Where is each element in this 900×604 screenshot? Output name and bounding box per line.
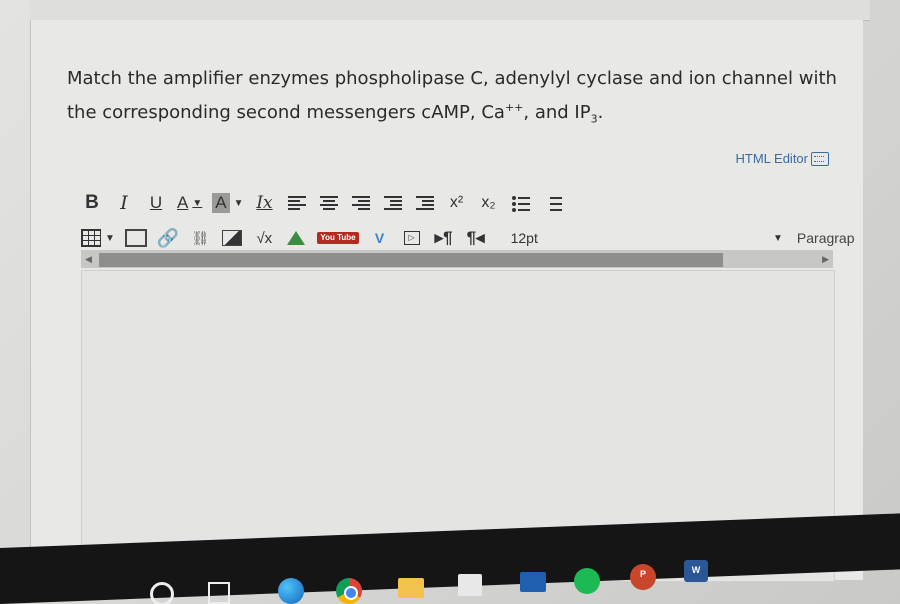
clear-format-button[interactable]: Ix	[254, 191, 276, 215]
align-right-button[interactable]	[350, 191, 372, 215]
toolbar-row-2: ▼ 🔗 ⛓ √x You Tube V ▷ ▸ ¶ ¶ ◂ 12pt ▼ Parag…	[81, 223, 855, 253]
scrollbar-thumb[interactable]	[99, 253, 723, 267]
taskbar-icons: P W	[0, 560, 900, 604]
word-label: W	[691, 565, 701, 575]
youtube-icon: You Tube	[317, 232, 359, 244]
numbered-list-button[interactable]	[542, 191, 564, 215]
powerpoint-icon[interactable]: P	[630, 564, 656, 590]
image-icon	[222, 230, 243, 246]
align-left-icon	[287, 196, 306, 210]
toolbar-row-1: B I U A ▼ A ▼ Ix x² x₂	[81, 188, 841, 218]
image-button[interactable]	[221, 226, 243, 250]
bg-color-button[interactable]: A ▼	[212, 191, 244, 215]
outdent-button[interactable]	[382, 191, 404, 215]
youtube-button[interactable]: You Tube	[317, 226, 359, 250]
html-editor-link[interactable]: HTML Editor	[736, 151, 829, 166]
media-button[interactable]	[124, 226, 147, 250]
question-line-1: Match the amplifier enzymes phospholipas…	[67, 68, 837, 89]
question-text: Match the amplifier enzymes phospholipas…	[67, 62, 847, 130]
question-page: Match the amplifier enzymes phospholipas…	[30, 20, 863, 582]
bullet-list-button[interactable]	[510, 191, 532, 215]
google-drive-button[interactable]	[285, 226, 307, 250]
ltr-label: ¶	[443, 228, 453, 247]
link-button[interactable]: 🔗	[157, 226, 179, 250]
word-icon[interactable]: W	[684, 560, 708, 582]
superscript-button[interactable]: x²	[446, 191, 468, 215]
media-icon	[124, 229, 147, 247]
bullet-list-icon	[511, 195, 530, 212]
align-center-button[interactable]	[318, 191, 340, 215]
embed-button[interactable]: ▷	[401, 226, 423, 250]
font-color-label: A	[177, 193, 189, 212]
table-button[interactable]: ▼	[81, 226, 115, 250]
indent-button[interactable]	[414, 191, 436, 215]
table-icon	[81, 229, 101, 247]
keyboard-icon[interactable]	[811, 151, 829, 166]
align-center-icon	[319, 196, 338, 210]
chevron-down-icon[interactable]: ▼	[234, 198, 244, 209]
outdent-icon	[383, 196, 402, 210]
task-view-icon[interactable]	[208, 582, 230, 604]
edge-icon[interactable]	[278, 578, 304, 604]
link-icon: 🔗	[156, 227, 180, 248]
font-size-select[interactable]: 12pt	[511, 230, 538, 246]
paragraph-select[interactable]: ▼ Paragrap	[769, 223, 855, 253]
rtl-button[interactable]: ¶ ◂	[465, 226, 487, 250]
formula-button[interactable]: √x	[253, 226, 275, 250]
chevron-down-icon[interactable]: ▼	[105, 233, 115, 244]
subscript-button[interactable]: x₂	[478, 191, 500, 215]
bold-button[interactable]: B	[81, 191, 103, 215]
toolbar-scrollbar[interactable]: ◀ ▶	[81, 250, 833, 268]
embed-icon: ▷	[403, 231, 420, 245]
unlink-icon: ⛓	[191, 229, 210, 246]
google-drive-icon	[287, 231, 306, 245]
search-icon[interactable]	[150, 582, 174, 604]
ltr-button[interactable]: ▸ ¶	[433, 226, 455, 250]
chevron-down-icon[interactable]: ▼	[192, 198, 202, 209]
powerpoint-label: P	[639, 569, 646, 579]
html-editor-label[interactable]: HTML Editor	[736, 151, 808, 166]
unlink-button[interactable]: ⛓	[189, 226, 211, 250]
chevron-down-icon[interactable]: ▼	[773, 233, 783, 244]
rtl-label: ¶	[466, 228, 477, 247]
screen: Match the amplifier enzymes phospholipas…	[0, 0, 900, 604]
top-strip	[30, 0, 870, 21]
scroll-left-icon[interactable]: ◀	[85, 254, 92, 265]
paragraph-label[interactable]: Paragrap	[797, 230, 855, 246]
numbered-list-icon	[544, 195, 562, 211]
align-right-icon	[351, 196, 370, 210]
spotify-icon[interactable]	[574, 568, 600, 594]
indent-icon	[415, 196, 434, 210]
store-icon[interactable]	[458, 574, 482, 596]
vimeo-button[interactable]: V	[369, 226, 391, 250]
align-left-button[interactable]	[286, 191, 308, 215]
subscript-three: 3	[590, 112, 598, 126]
underline-button[interactable]: U	[145, 191, 167, 215]
bg-color-label: A	[212, 193, 230, 213]
mail-icon[interactable]	[520, 572, 546, 592]
question-line-2: the corresponding second messengers cAMP…	[67, 102, 505, 123]
italic-button[interactable]: I	[113, 191, 135, 215]
superscript-charge: ++	[504, 101, 524, 114]
chrome-icon[interactable]	[336, 578, 362, 604]
scroll-right-icon[interactable]: ▶	[822, 254, 829, 265]
period: .	[597, 102, 604, 123]
question-line-2-cont: , and IP	[523, 102, 591, 123]
font-color-button[interactable]: A ▼	[177, 191, 202, 215]
file-explorer-icon[interactable]	[398, 578, 424, 598]
